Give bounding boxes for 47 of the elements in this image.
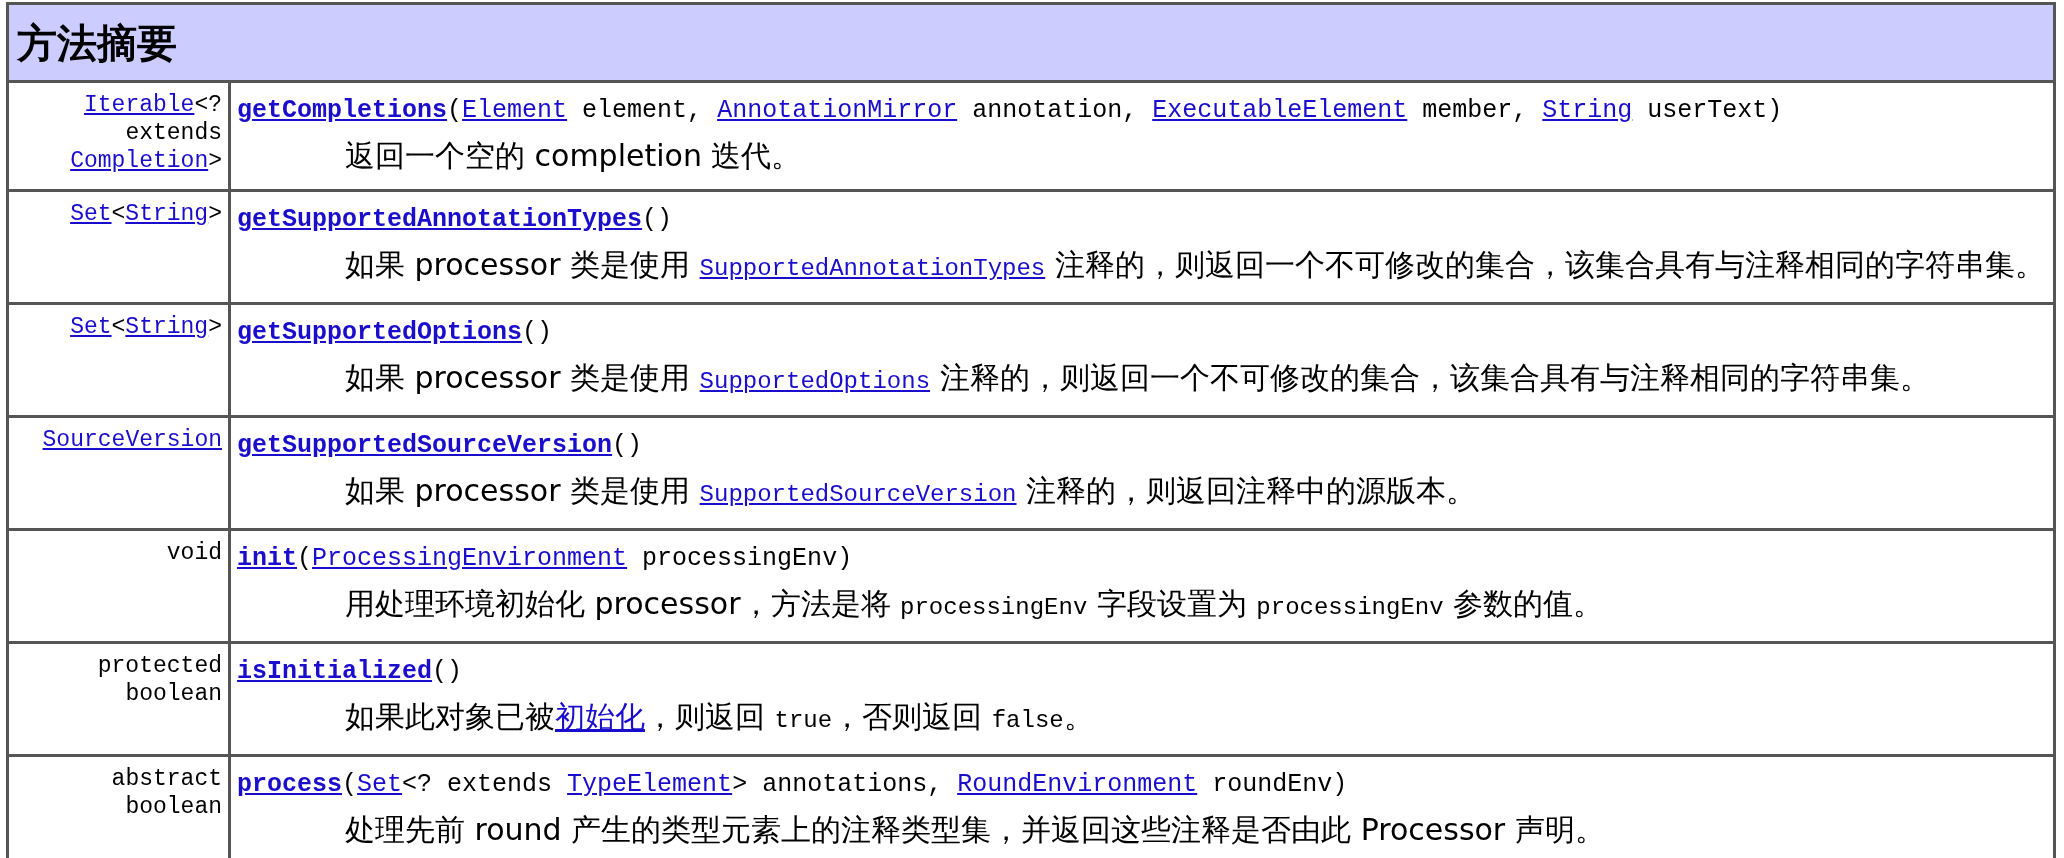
- text-link[interactable]: 初始化: [555, 699, 645, 734]
- method-description: 返回一个空的 completion 迭代。: [344, 137, 803, 175]
- return-type: Set<String>: [70, 201, 222, 227]
- type-link[interactable]: Set: [70, 314, 112, 340]
- type-link[interactable]: SupportedSourceVersion: [699, 481, 1017, 508]
- method-link[interactable]: process: [237, 770, 343, 799]
- type-link[interactable]: String: [1542, 96, 1633, 125]
- type-link[interactable]: Set: [70, 201, 112, 227]
- type-link[interactable]: AnnotationMirror: [717, 96, 958, 125]
- method-link[interactable]: getSupportedAnnotationTypes: [237, 205, 643, 234]
- type-link[interactable]: RoundEnvironment: [957, 770, 1198, 799]
- type-link[interactable]: SourceVersion: [42, 427, 222, 453]
- type-link[interactable]: String: [125, 201, 209, 227]
- type-link[interactable]: SupportedOptions: [699, 368, 931, 395]
- return-type: void: [166, 540, 222, 566]
- return-type: abstract boolean: [111, 766, 222, 820]
- method-description: 如果 processor 类是使用 SupportedOptions 注释的，则返回一个不可修改的集合，该集合具有与注释相同的字符串集。: [344, 359, 1931, 397]
- method-signature: init(ProcessingEnvironment processingEnv): [237, 543, 854, 575]
- type-link[interactable]: ProcessingEnvironment: [312, 544, 628, 573]
- type-link[interactable]: String: [125, 314, 209, 340]
- method-description: 如果 processor 类是使用 SupportedSourceVersion 注释的，则返回注释中的源版本。: [344, 472, 1477, 510]
- method-signature: getSupportedSourceVersion(): [237, 430, 644, 462]
- method-link[interactable]: getSupportedOptions: [237, 318, 523, 347]
- type-link[interactable]: Iterable: [83, 92, 195, 118]
- method-signature: getSupportedAnnotationTypes(): [237, 204, 674, 236]
- method-link[interactable]: getCompletions: [237, 96, 448, 125]
- method-signature: process(Set<? extends TypeElement> annotations, RoundEnvironment roundEnv): [237, 769, 1349, 801]
- return-type: Set<String>: [70, 314, 222, 340]
- method-link[interactable]: getSupportedSourceVersion: [237, 431, 613, 460]
- type-link[interactable]: TypeElement: [567, 770, 733, 799]
- method-signature: getCompletions(Element element, AnnotationMirror annotation, ExecutableElement member, String userText): [237, 95, 1784, 127]
- type-link[interactable]: ExecutableElement: [1152, 96, 1408, 125]
- method-description: 如果 processor 类是使用 SupportedAnnotationTypes 注释的，则返回一个不可修改的集合，该集合具有与注释相同的字符串集。: [344, 246, 2045, 284]
- type-link[interactable]: SupportedAnnotationTypes: [699, 255, 1046, 282]
- type-link[interactable]: Set: [357, 770, 403, 799]
- return-type: Iterable<? extends Completion>: [70, 92, 222, 174]
- method-description: 如果此对象已被初始化，则返回 true，否则返回 false。: [344, 698, 1095, 736]
- method-description: 用处理环境初始化 processor，方法是将 processingEnv 字段设置为 processingEnv 参数的值。: [344, 585, 1605, 623]
- method-signature: getSupportedOptions(): [237, 317, 554, 349]
- method-description: 处理先前 round 产生的类型元素上的注释类型集，并返回这些注释是否由此 Processor 声明。: [344, 811, 1606, 849]
- method-signature: isInitialized(): [237, 656, 464, 688]
- section-title: 方法摘要: [7, 3, 2055, 82]
- type-link[interactable]: Completion: [70, 148, 209, 174]
- type-link[interactable]: Element: [462, 96, 568, 125]
- return-type: protected boolean: [97, 653, 222, 707]
- method-link[interactable]: init: [237, 544, 297, 573]
- method-link[interactable]: isInitialized: [237, 657, 433, 686]
